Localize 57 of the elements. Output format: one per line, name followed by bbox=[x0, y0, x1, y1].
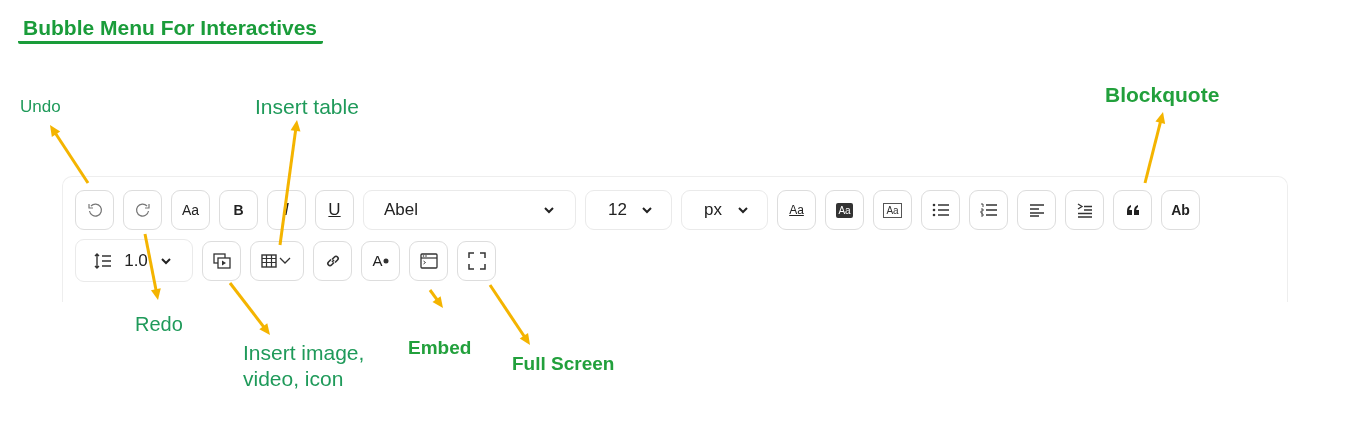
link-button[interactable] bbox=[313, 240, 352, 281]
drop-icon bbox=[382, 257, 389, 264]
italic-button[interactable]: I bbox=[267, 190, 306, 230]
bold-button[interactable]: Ab bbox=[1161, 190, 1200, 230]
dropdown[interactable]: px bbox=[681, 190, 768, 230]
font-case-button[interactable]: Aa bbox=[171, 190, 210, 230]
indent-button[interactable] bbox=[1065, 190, 1104, 230]
text-highlight-icon: Aa bbox=[836, 202, 853, 218]
align-left-button[interactable] bbox=[1017, 190, 1056, 230]
dropdown[interactable]: 12 bbox=[585, 190, 672, 230]
quote-icon bbox=[1125, 205, 1140, 215]
callout-label: Insert image, video, icon bbox=[243, 340, 366, 393]
numbered-list-button[interactable] bbox=[969, 190, 1008, 230]
table-icon bbox=[261, 253, 293, 268]
indent-icon bbox=[1076, 202, 1093, 218]
arrow bbox=[428, 289, 443, 308]
embed-button[interactable] bbox=[409, 240, 448, 281]
redo-icon bbox=[134, 202, 151, 218]
text-box-button[interactable]: Aa bbox=[873, 190, 912, 230]
media-icon bbox=[212, 252, 231, 269]
numbered-list-icon bbox=[979, 203, 998, 217]
undo-icon bbox=[86, 202, 103, 218]
callout-label: Redo bbox=[135, 312, 184, 337]
chevron-down-icon bbox=[737, 206, 749, 214]
arrow bbox=[1143, 112, 1166, 184]
underline-button[interactable]: U bbox=[315, 190, 354, 230]
align-left-icon bbox=[1028, 203, 1045, 217]
fullscreen-button[interactable] bbox=[457, 240, 496, 281]
fullscreen-icon bbox=[467, 251, 486, 270]
arrow bbox=[228, 282, 270, 335]
media-button[interactable] bbox=[202, 240, 241, 281]
undo-button[interactable] bbox=[75, 190, 114, 230]
callout-label: Embed bbox=[408, 336, 473, 360]
highlight-button[interactable]: Aa bbox=[825, 190, 864, 230]
page-title: Bubble Menu For Interactives bbox=[18, 16, 324, 44]
callout-label: Full Screen bbox=[512, 352, 616, 376]
chevron-down-icon bbox=[543, 206, 555, 214]
arrow bbox=[50, 125, 90, 184]
code-window-icon bbox=[419, 252, 438, 269]
bold-button[interactable]: B bbox=[219, 190, 258, 230]
callout-label: Insert table bbox=[255, 94, 360, 120]
line-height-dropdown[interactable]: 1.0 bbox=[75, 239, 193, 282]
callout-label: Blockquote bbox=[1105, 82, 1221, 108]
table-button[interactable] bbox=[250, 240, 304, 281]
text-color-button[interactable]: A bbox=[361, 240, 400, 281]
bullet-list-icon bbox=[931, 203, 950, 217]
chevron-down-icon bbox=[160, 256, 172, 265]
callout-label: Undo bbox=[20, 96, 62, 118]
quote-button[interactable] bbox=[1113, 190, 1152, 230]
redo-button[interactable] bbox=[123, 190, 162, 230]
arrow bbox=[488, 284, 530, 345]
text-underline-button[interactable]: Aa bbox=[777, 190, 816, 230]
bullet-list-button[interactable] bbox=[921, 190, 960, 230]
text-box-icon: Aa bbox=[883, 202, 902, 218]
dropdown[interactable]: Abel bbox=[363, 190, 576, 230]
chevron-down-icon bbox=[641, 206, 653, 214]
line-height-icon bbox=[94, 252, 112, 269]
